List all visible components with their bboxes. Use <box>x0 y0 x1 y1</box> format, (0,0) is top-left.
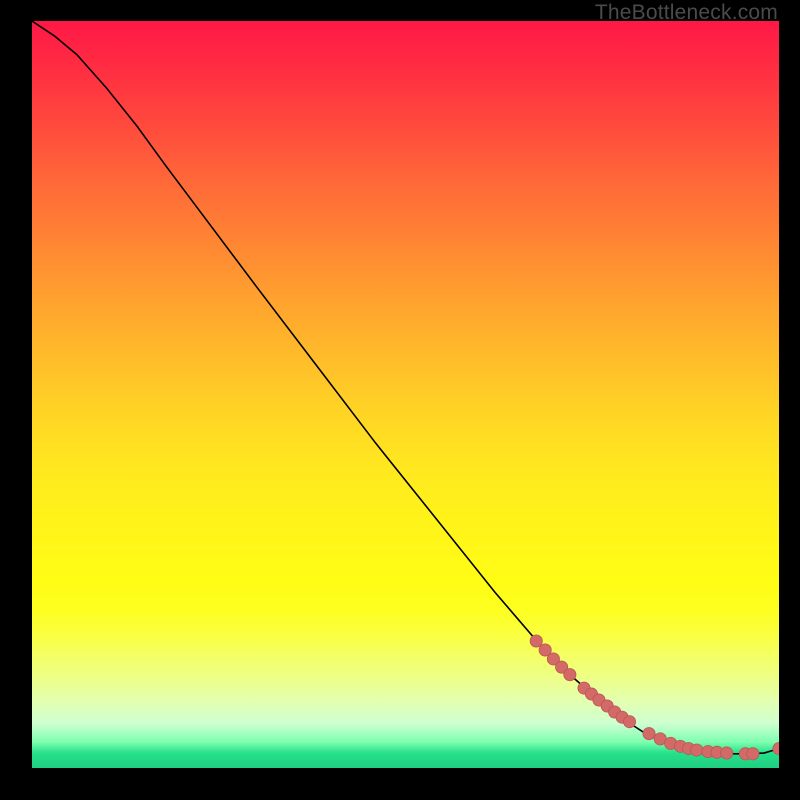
curve-layer <box>32 21 779 768</box>
curve-line <box>32 21 779 754</box>
watermark-text: TheBottleneck.com <box>595 1 778 25</box>
chart-stage: TheBottleneck.com <box>0 0 800 800</box>
highlighted-dot <box>564 669 576 681</box>
highlighted-dot <box>747 748 759 760</box>
highlighted-dot <box>691 744 703 756</box>
plot-area <box>32 21 779 768</box>
highlighted-dot <box>721 747 733 759</box>
highlighted-dot <box>624 716 636 728</box>
bottleneck-curve-path <box>32 21 779 754</box>
highlighted-dot <box>773 742 779 754</box>
highlighted-dot <box>530 635 542 647</box>
highlighted-dot <box>643 728 655 740</box>
highlighted-dots-group <box>530 635 779 760</box>
